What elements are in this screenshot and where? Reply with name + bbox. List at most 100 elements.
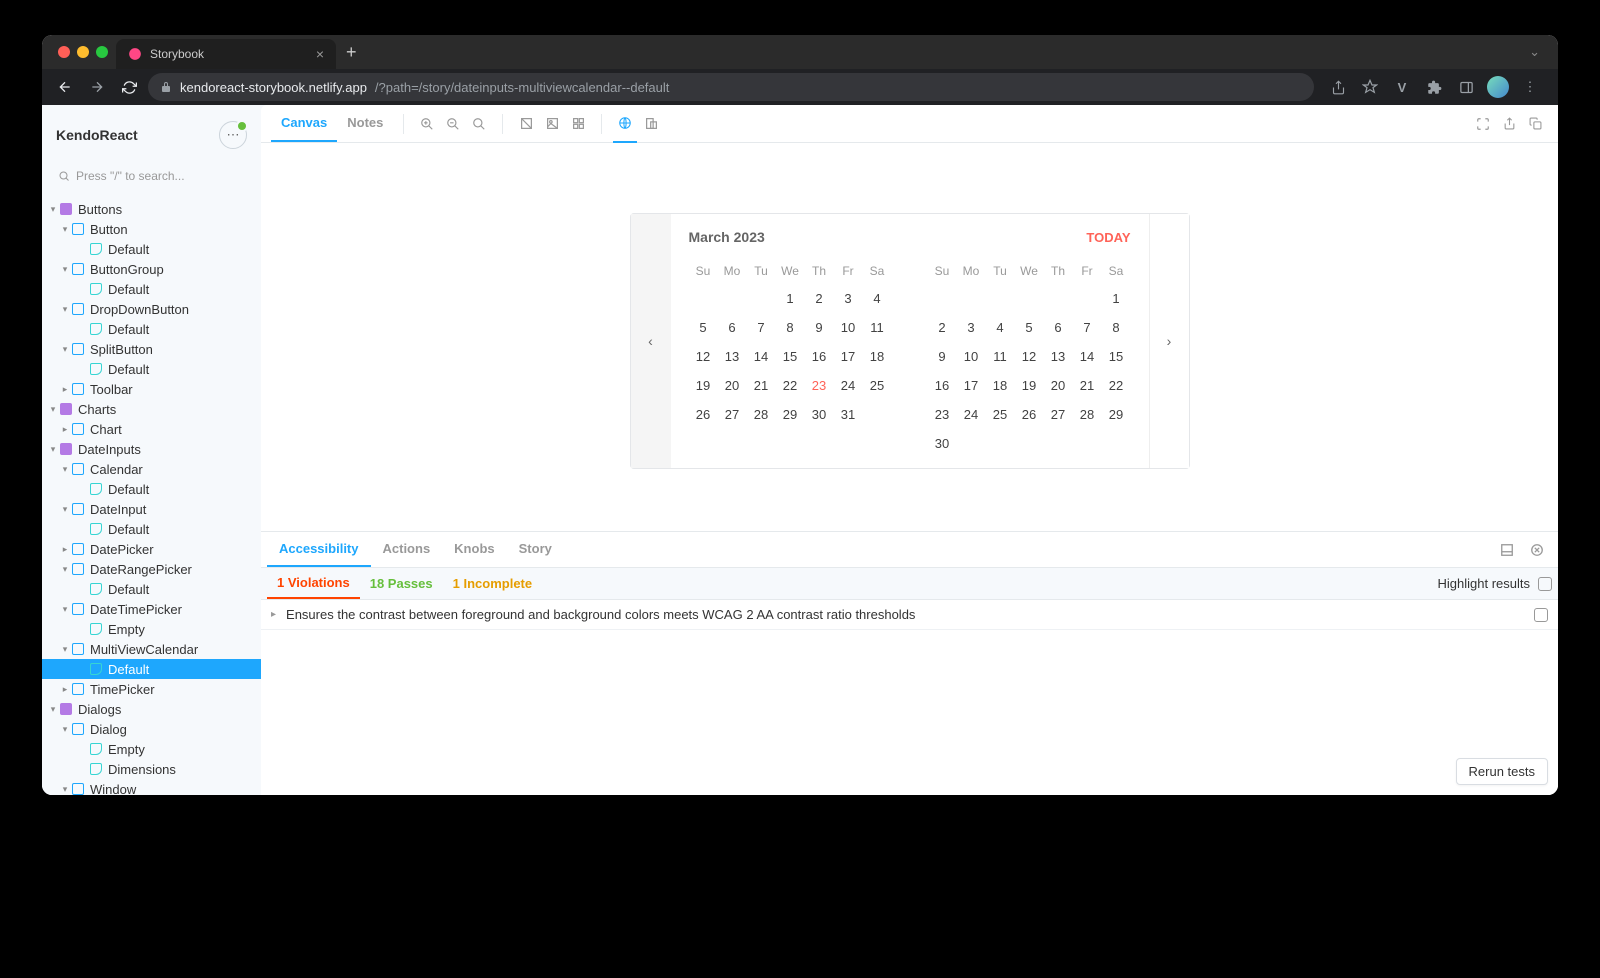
panel-icon[interactable] [1454, 75, 1478, 99]
sidebar-item-datetimepicker[interactable]: DateTimePicker [42, 599, 261, 619]
today-button[interactable]: TODAY [1086, 230, 1130, 245]
day-cell[interactable]: 26 [1015, 400, 1044, 429]
sidebar-item-dateinput[interactable]: DateInput [42, 499, 261, 519]
rerun-tests-button[interactable]: Rerun tests [1456, 758, 1548, 785]
day-cell[interactable]: 17 [957, 371, 986, 400]
extensions-icon[interactable] [1422, 75, 1446, 99]
sidebar-item-charts[interactable]: Charts [42, 399, 261, 419]
calendar-prev-button[interactable]: ‹ [631, 214, 671, 468]
day-cell[interactable]: 16 [928, 371, 957, 400]
day-cell[interactable]: 8 [1102, 313, 1131, 342]
day-cell[interactable]: 27 [718, 400, 747, 429]
sidebar-item-timepicker[interactable]: TimePicker [42, 679, 261, 699]
sidebar-item-multiviewcalendar[interactable]: MultiViewCalendar [42, 639, 261, 659]
day-cell[interactable]: 23 [928, 400, 957, 429]
day-cell[interactable]: 16 [805, 342, 834, 371]
open-new-tab-icon[interactable] [1497, 112, 1521, 136]
addon-tab-knobs[interactable]: Knobs [442, 532, 506, 567]
day-cell[interactable]: 14 [747, 342, 776, 371]
sidebar-item-default[interactable]: Default [42, 319, 261, 339]
day-cell[interactable]: 22 [1102, 371, 1131, 400]
day-cell[interactable]: 10 [834, 313, 863, 342]
addon-tab-actions[interactable]: Actions [371, 532, 443, 567]
violations-tab[interactable]: 1 Violations [267, 568, 360, 599]
day-cell[interactable]: 11 [863, 313, 892, 342]
close-panel-icon[interactable] [1525, 538, 1549, 562]
day-cell[interactable]: 14 [1073, 342, 1102, 371]
day-cell[interactable]: 26 [689, 400, 718, 429]
image-icon[interactable] [540, 112, 564, 136]
day-cell[interactable]: 18 [863, 342, 892, 371]
violation-checkbox[interactable] [1534, 608, 1548, 622]
day-cell[interactable]: 19 [1015, 371, 1044, 400]
sidebar-search[interactable]: Press "/" to search... [52, 163, 251, 189]
month-title[interactable]: March 2023 [689, 229, 765, 245]
chrome-menu-icon[interactable]: ⋮ [1518, 75, 1542, 99]
sidebar-item-splitbutton[interactable]: SplitButton [42, 339, 261, 359]
highlight-checkbox[interactable] [1538, 577, 1552, 591]
new-tab-button[interactable]: + [336, 42, 367, 63]
sidebar-item-empty[interactable]: Empty [42, 739, 261, 759]
day-cell[interactable]: 12 [1015, 342, 1044, 371]
day-cell[interactable]: 3 [957, 313, 986, 342]
day-cell[interactable]: 6 [1044, 313, 1073, 342]
day-cell[interactable]: 30 [805, 400, 834, 429]
sidebar-item-window[interactable]: Window [42, 779, 261, 795]
back-button[interactable] [52, 74, 78, 100]
sidebar-item-default[interactable]: Default [42, 239, 261, 259]
day-cell[interactable]: 5 [689, 313, 718, 342]
day-cell[interactable]: 17 [834, 342, 863, 371]
sidebar-item-dialog[interactable]: Dialog [42, 719, 261, 739]
sidebar-item-datepicker[interactable]: DatePicker [42, 539, 261, 559]
day-cell[interactable]: 7 [1073, 313, 1102, 342]
day-cell[interactable]: 6 [718, 313, 747, 342]
sidebar-item-dialogs[interactable]: Dialogs [42, 699, 261, 719]
day-cell[interactable]: 2 [928, 313, 957, 342]
day-cell[interactable]: 15 [1102, 342, 1131, 371]
sidebar-item-default[interactable]: Default [42, 359, 261, 379]
maximize-window-icon[interactable] [96, 46, 108, 58]
sidebar-item-chart[interactable]: Chart [42, 419, 261, 439]
sidebar-item-default[interactable]: Default [42, 659, 261, 679]
sidebar-item-dateinputs[interactable]: DateInputs [42, 439, 261, 459]
day-cell[interactable]: 21 [747, 371, 776, 400]
passes-tab[interactable]: 18 Passes [360, 576, 443, 591]
sidebar-item-dimensions[interactable]: Dimensions [42, 759, 261, 779]
profile-avatar[interactable] [1486, 75, 1510, 99]
day-cell[interactable]: 22 [776, 371, 805, 400]
day-cell[interactable]: 24 [834, 371, 863, 400]
close-tab-icon[interactable]: × [316, 46, 324, 62]
day-cell[interactable]: 28 [747, 400, 776, 429]
viewport-icon[interactable] [639, 112, 663, 136]
day-cell[interactable]: 15 [776, 342, 805, 371]
browser-tab[interactable]: Storybook × [116, 39, 336, 69]
sidebar-item-default[interactable]: Default [42, 519, 261, 539]
day-cell[interactable]: 28 [1073, 400, 1102, 429]
day-cell[interactable]: 27 [1044, 400, 1073, 429]
addon-tab-story[interactable]: Story [507, 532, 564, 567]
day-cell[interactable]: 21 [1073, 371, 1102, 400]
tab-list-caret-icon[interactable]: ⌄ [1519, 44, 1550, 60]
minimize-window-icon[interactable] [77, 46, 89, 58]
sidebar-item-empty[interactable]: Empty [42, 619, 261, 639]
zoom-in-icon[interactable] [415, 112, 439, 136]
reload-button[interactable] [116, 74, 142, 100]
day-cell[interactable]: 2 [805, 284, 834, 313]
url-input[interactable]: kendoreact-storybook.netlify.app/?path=/… [148, 73, 1314, 101]
zoom-reset-icon[interactable] [467, 112, 491, 136]
day-cell[interactable]: 18 [986, 371, 1015, 400]
sidebar-item-button[interactable]: Button [42, 219, 261, 239]
day-cell[interactable]: 29 [1102, 400, 1131, 429]
sidebar-item-buttongroup[interactable]: ButtonGroup [42, 259, 261, 279]
day-cell[interactable]: 20 [718, 371, 747, 400]
copy-link-icon[interactable] [1523, 112, 1547, 136]
sidebar-item-toolbar[interactable]: Toolbar [42, 379, 261, 399]
globe-icon[interactable] [613, 105, 637, 143]
sidebar-item-default[interactable]: Default [42, 579, 261, 599]
zoom-out-icon[interactable] [441, 112, 465, 136]
background-icon[interactable] [514, 112, 538, 136]
sidebar-item-buttons[interactable]: Buttons [42, 199, 261, 219]
day-cell[interactable]: 20 [1044, 371, 1073, 400]
day-cell[interactable]: 24 [957, 400, 986, 429]
day-cell[interactable]: 10 [957, 342, 986, 371]
